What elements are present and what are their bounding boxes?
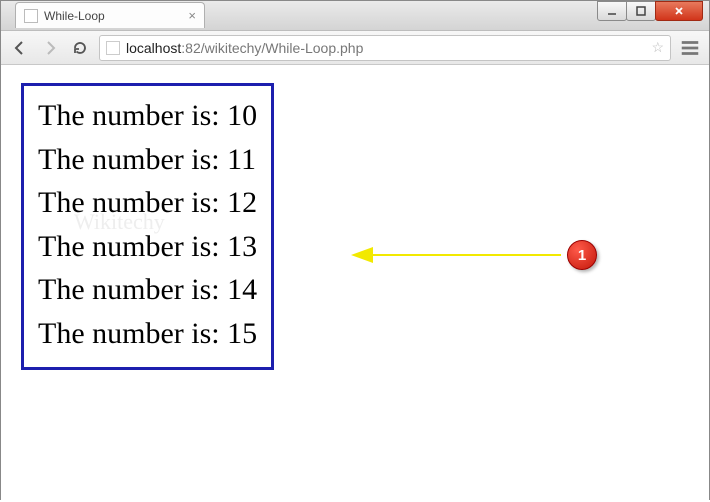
close-window-button[interactable] <box>655 1 703 21</box>
browser-tab[interactable]: While-Loop × <box>15 2 205 28</box>
arrow-head-icon <box>351 247 373 263</box>
forward-button[interactable] <box>39 37 61 59</box>
callout-badge: 1 <box>567 240 597 270</box>
tab-strip: While-Loop × <box>15 2 205 28</box>
close-tab-icon[interactable]: × <box>188 8 196 23</box>
output-line: The number is: 15 <box>38 312 257 356</box>
url-host: localhost:82/wikitechy/While-Loop.php <box>126 40 363 56</box>
page-favicon <box>24 9 38 23</box>
address-bar[interactable]: localhost:82/wikitechy/While-Loop.php ☆ <box>99 35 671 61</box>
php-output-box: Wikitechy The number is: 10 The number i… <box>21 83 274 370</box>
output-line: The number is: 10 <box>38 94 257 138</box>
output-line: The number is: 11 <box>38 138 257 182</box>
callout-annotation: 1 <box>371 240 597 270</box>
page-icon <box>106 41 120 55</box>
tab-title: While-Loop <box>44 9 182 23</box>
minimize-button[interactable] <box>597 1 627 21</box>
arrow-line <box>371 254 561 256</box>
bookmark-star-icon[interactable]: ☆ <box>651 39 664 56</box>
output-line: The number is: 14 <box>38 268 257 312</box>
back-button[interactable] <box>9 37 31 59</box>
page-content: Wikitechy The number is: 10 The number i… <box>1 65 709 502</box>
output-line: The number is: 12 <box>38 181 257 225</box>
window-top-row: While-Loop × <box>1 1 709 31</box>
output-line: The number is: 13 <box>38 225 257 269</box>
window-controls <box>598 1 703 21</box>
chrome-menu-button[interactable] <box>679 37 701 59</box>
browser-toolbar: localhost:82/wikitechy/While-Loop.php ☆ <box>1 31 709 65</box>
reload-button[interactable] <box>69 37 91 59</box>
maximize-button[interactable] <box>626 1 656 21</box>
